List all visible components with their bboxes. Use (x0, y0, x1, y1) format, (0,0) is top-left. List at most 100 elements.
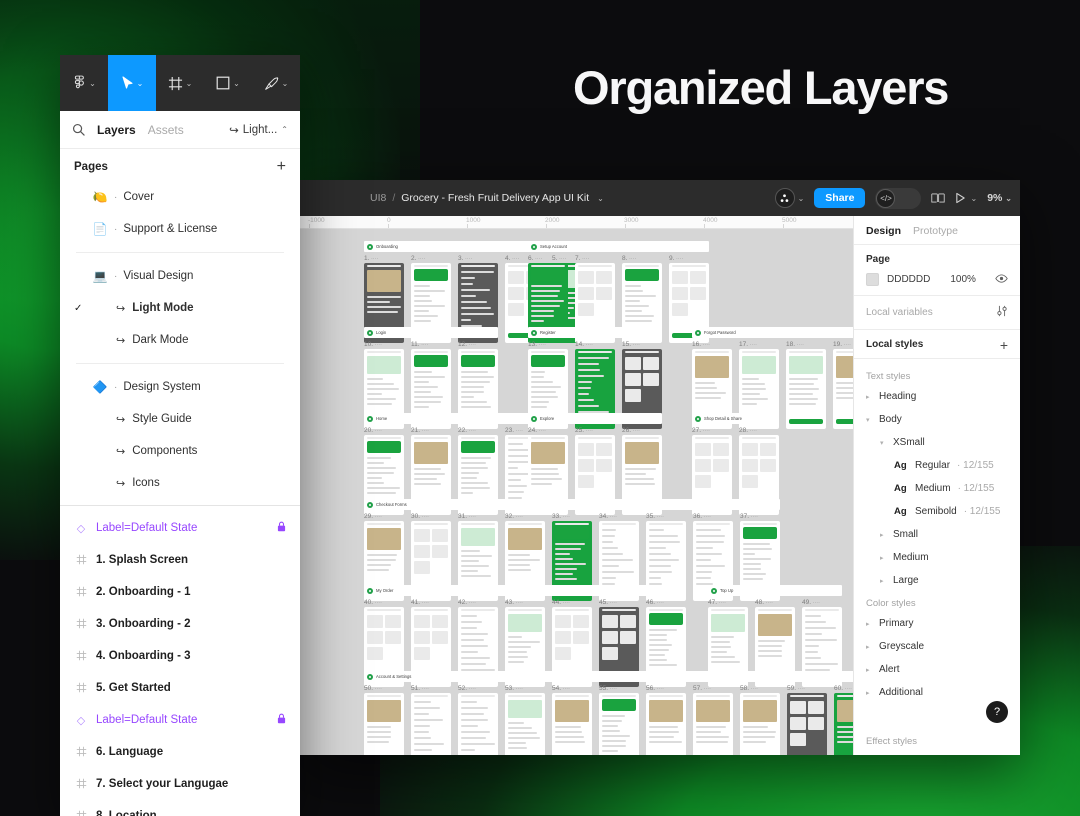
zoom-level[interactable]: 9% ⌄ (987, 192, 1012, 204)
frame-thumbnail[interactable] (740, 693, 780, 755)
canvas-frame[interactable]: 50. ···· (364, 685, 404, 755)
branch-selector[interactable]: ↪ Light... ⌃ (229, 123, 288, 137)
layer-row[interactable]: 3. Onboarding - 2 (60, 608, 300, 640)
chevron-right-icon[interactable]: ▸ (866, 689, 872, 697)
canvas-section[interactable]: Account & Settings 50. ···· 51. ···· 52. ··… (364, 671, 874, 755)
text-style-medium[interactable]: ▸ Medium (866, 552, 1008, 563)
chevron-down-icon[interactable]: ⌄ (597, 194, 604, 203)
tab-design[interactable]: Design (866, 225, 901, 237)
layer-row[interactable]: 8. Location (60, 800, 300, 816)
layer-row[interactable]: 5. Get Started (60, 672, 300, 704)
tab-layers[interactable]: Layers (97, 123, 136, 137)
layer-row[interactable]: 6. Language (60, 736, 300, 768)
chevron-down-icon[interactable]: ⌄ (970, 194, 977, 203)
breadcrumb-file[interactable]: Grocery - Fresh Fruit Delivery App UI Ki… (401, 192, 589, 204)
frame-thumbnail[interactable] (786, 349, 826, 429)
share-button[interactable]: Share (814, 188, 866, 208)
page-item-support-license[interactable]: 📄 · Support & License (60, 213, 300, 245)
chevron-right-icon[interactable]: ▸ (866, 643, 872, 651)
frame-thumbnail[interactable] (552, 693, 592, 755)
section-header[interactable]: Top Up (708, 585, 842, 596)
color-style-alert[interactable]: ▸ Alert (866, 664, 1008, 675)
page-color-opacity[interactable]: 100% (950, 274, 976, 285)
chevron-right-icon[interactable]: ▸ (880, 554, 886, 562)
chevron-up-icon[interactable]: ⌃ (281, 125, 288, 134)
add-page-button[interactable]: + (277, 159, 286, 175)
chevron-right-icon[interactable]: ▸ (866, 393, 872, 401)
eye-icon[interactable] (995, 273, 1008, 286)
tab-prototype[interactable]: Prototype (913, 225, 958, 237)
book-icon[interactable] (931, 192, 946, 204)
present-button[interactable]: ⌄ (955, 192, 977, 204)
page-item-icons[interactable]: ↪ Icons (60, 467, 300, 499)
canvas-frame[interactable]: 53. ···· (505, 685, 545, 755)
chevron-right-icon[interactable]: ▸ (880, 577, 886, 585)
frame-thumbnail[interactable] (364, 693, 404, 755)
color-style-greyscale[interactable]: ▸ Greyscale (866, 641, 1008, 652)
text-style-large[interactable]: ▸ Large (866, 575, 1008, 586)
frame-thumbnail[interactable] (505, 693, 545, 755)
frame-thumbnail[interactable] (646, 693, 686, 755)
chevron-right-icon[interactable]: ▸ (880, 531, 886, 539)
section-header[interactable]: Checkout Forms (364, 499, 780, 510)
color-style-primary[interactable]: ▸ Primary (866, 618, 1008, 629)
text-style-regular[interactable]: Ag Regular · 12/155 (866, 460, 1008, 471)
layer-row[interactable]: 1. Splash Screen (60, 544, 300, 576)
section-header[interactable]: Forgot Password (692, 327, 873, 338)
page-item-cover[interactable]: 🍋 · Cover (60, 181, 300, 213)
avatar[interactable] (774, 188, 795, 208)
canvas-frame[interactable]: 52. ···· (458, 685, 498, 755)
add-style-button[interactable]: + (1000, 338, 1008, 352)
chevron-down-icon[interactable]: ⌄ (282, 79, 289, 88)
page-item-light-mode[interactable]: ✓ ↪ Light Mode (60, 292, 300, 324)
chevron-right-icon[interactable]: ▸ (866, 620, 872, 628)
chevron-down-icon[interactable]: ⌄ (89, 79, 96, 88)
color-swatch[interactable] (866, 273, 879, 286)
section-header[interactable]: Home (364, 413, 545, 424)
move-tool[interactable]: ⌄ (108, 55, 156, 111)
frame-thumbnail[interactable] (458, 693, 498, 755)
sliders-icon[interactable] (996, 305, 1008, 320)
figma-menu[interactable]: ⌄ (60, 55, 108, 111)
canvas-frame[interactable]: 54. ···· (552, 685, 592, 755)
local-variables-section[interactable]: Local variables (854, 296, 1020, 330)
text-style-body[interactable]: ▾ Body (866, 414, 1008, 425)
color-style-additional[interactable]: ▸ Additional (866, 687, 1008, 698)
layer-row[interactable]: 4. Onboarding - 3 (60, 640, 300, 672)
breadcrumb-project[interactable]: UI8 (370, 192, 386, 204)
layer-row[interactable]: ◇ Label=Default State (60, 704, 300, 736)
chevron-down-icon[interactable]: ▾ (866, 416, 872, 424)
section-header[interactable]: Login (364, 327, 498, 338)
chevron-down-icon[interactable]: ⌄ (798, 194, 805, 203)
page-color-row[interactable]: DDDDDD 100% (866, 273, 1008, 286)
section-header[interactable]: Explore (528, 413, 662, 424)
text-style-xsmall[interactable]: ▾ XSmall (866, 437, 1008, 448)
chevron-down-icon[interactable]: ▾ (880, 439, 886, 447)
page-color-hex[interactable]: DDDDDD (887, 274, 930, 285)
search-icon[interactable] (72, 123, 85, 136)
lock-icon[interactable] (277, 713, 286, 727)
frame-thumbnail[interactable] (693, 693, 733, 755)
section-header[interactable]: Setup Account (528, 241, 709, 252)
section-header[interactable]: Shop Detail & Share (692, 413, 779, 424)
chevron-down-icon[interactable]: ⌄ (233, 79, 240, 88)
dev-mode-toggle[interactable]: </> (875, 187, 922, 209)
chevron-right-icon[interactable]: ▸ (866, 666, 872, 674)
chevron-down-icon[interactable]: ⌄ (186, 79, 193, 88)
text-style-medium[interactable]: Ag Medium · 12/155 (866, 483, 1008, 494)
frame-tool[interactable]: ⌄ (156, 55, 204, 111)
page-item-components[interactable]: ↪ Components (60, 435, 300, 467)
breadcrumb[interactable]: UI8 / Grocery - Fresh Fruit Delivery App… (370, 192, 604, 204)
frame-thumbnail[interactable] (599, 693, 639, 755)
canvas-frame[interactable]: 18. ···· (786, 341, 826, 429)
page-item-visual-design[interactable]: 💻 · Visual Design (60, 260, 300, 292)
canvas-frame[interactable]: 59. ···· (787, 685, 827, 755)
chevron-down-icon[interactable]: ⌄ (137, 79, 144, 88)
text-style-heading[interactable]: ▸ Heading (866, 391, 1008, 402)
shape-tool[interactable]: ⌄ (204, 55, 252, 111)
layer-row[interactable]: 2. Onboarding - 1 (60, 576, 300, 608)
lock-icon[interactable] (277, 521, 286, 535)
frame-thumbnail[interactable] (411, 693, 451, 755)
page-item-style-guide[interactable]: ↪ Style Guide (60, 403, 300, 435)
text-style-semibold[interactable]: Ag Semibold · 12/155 (866, 506, 1008, 517)
